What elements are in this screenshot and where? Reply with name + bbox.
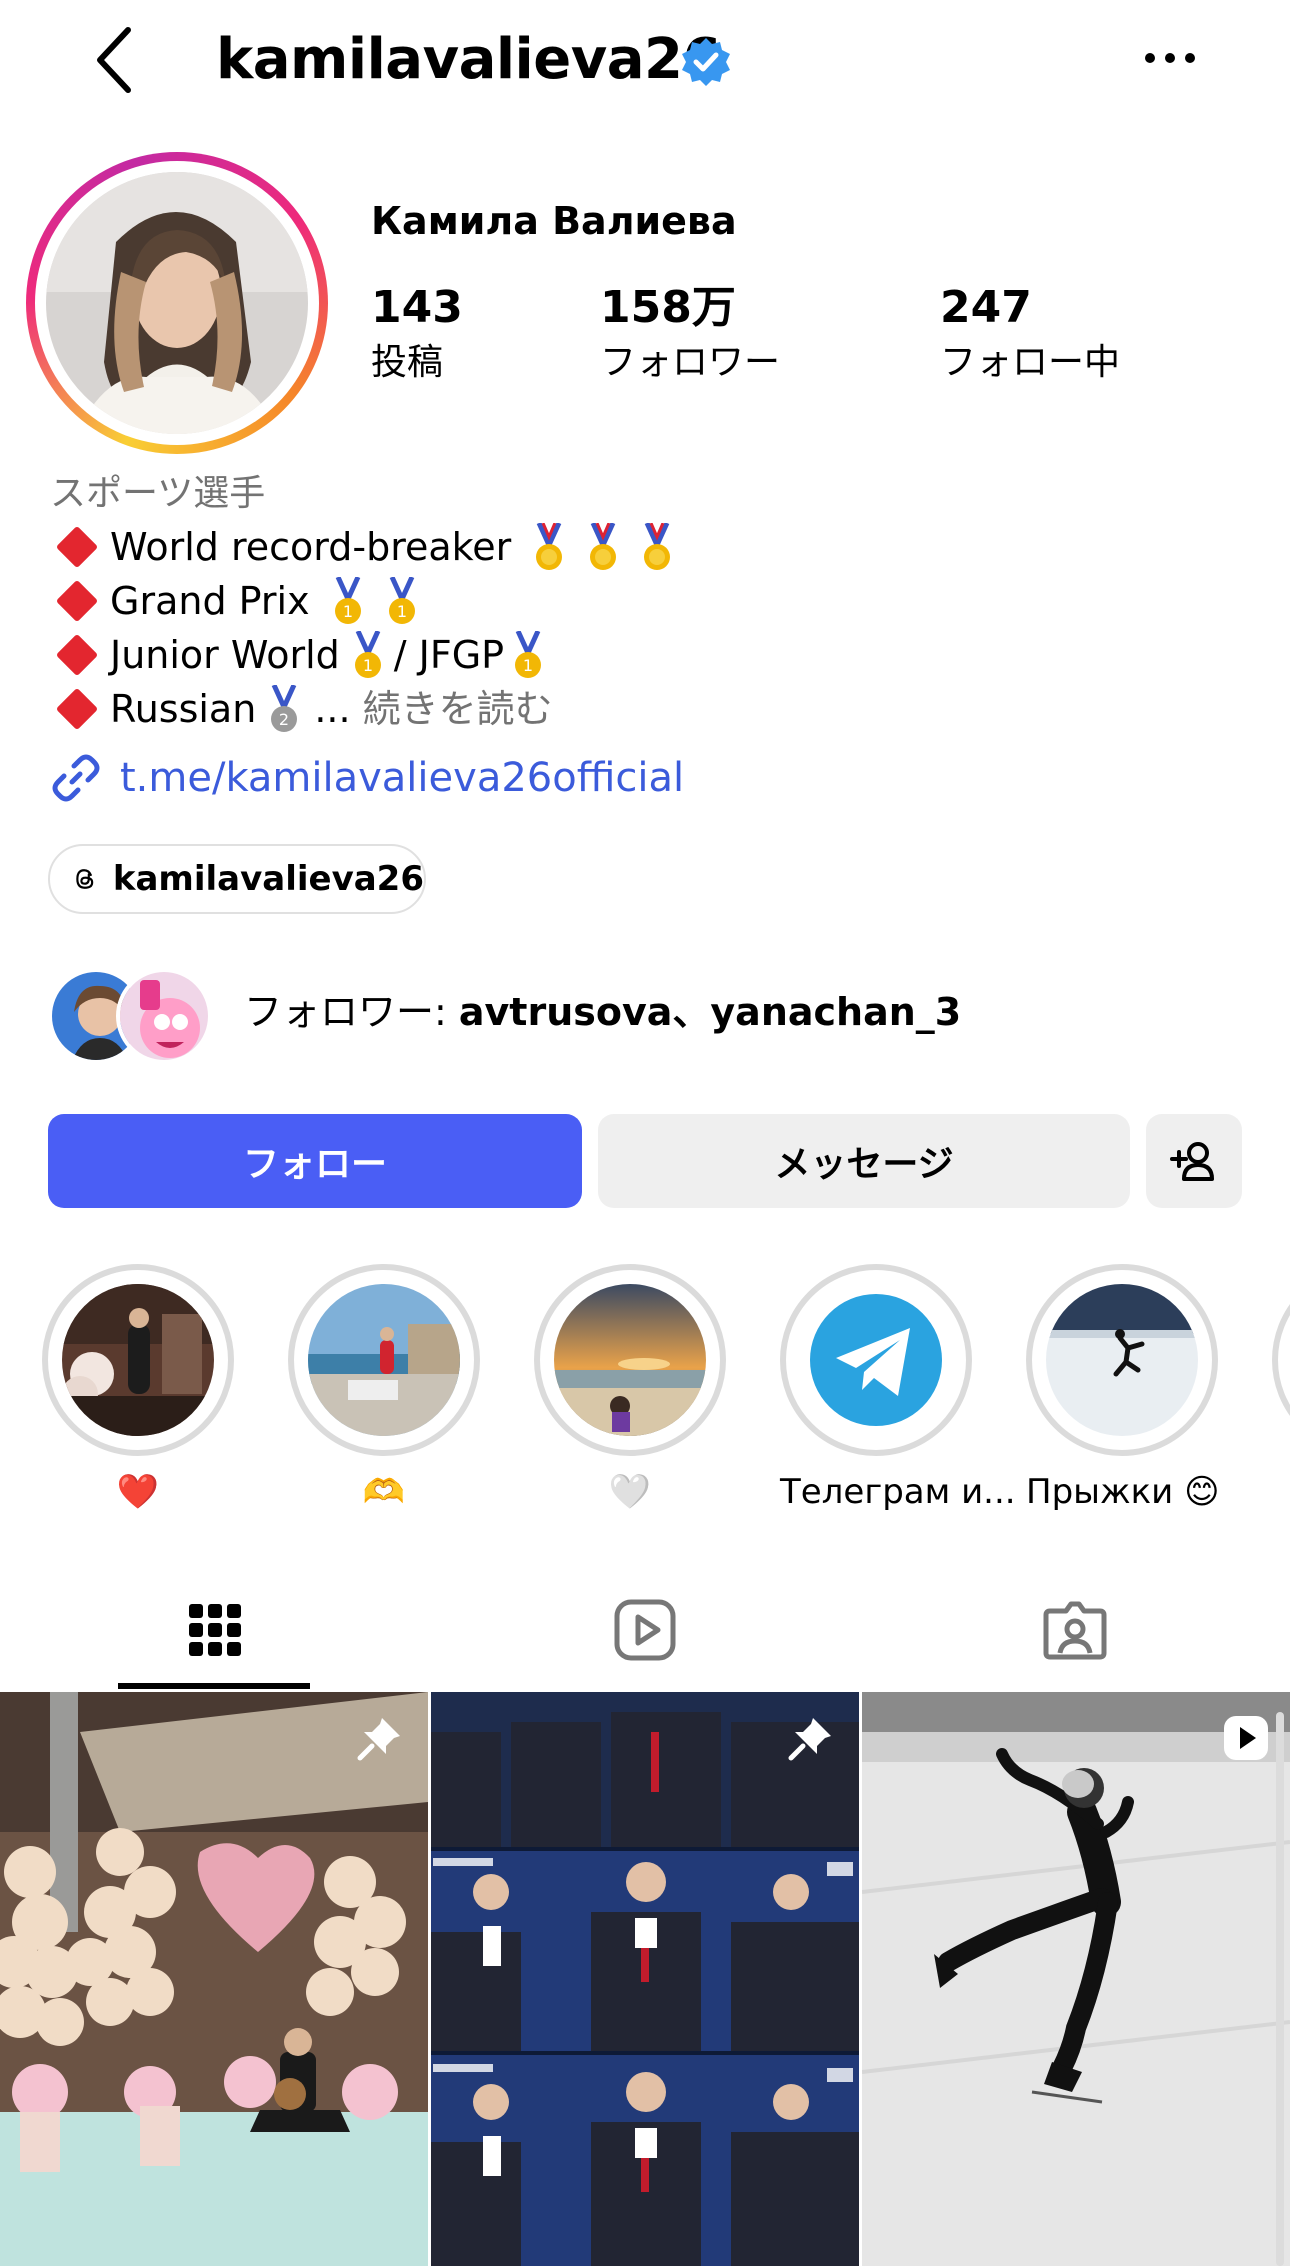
gold-medal-icon	[590, 523, 617, 570]
follow-button[interactable]: フォロー	[48, 1114, 582, 1208]
highlight-label: ❤️	[116, 1472, 160, 1512]
avatar-photo	[46, 172, 308, 434]
bio-line: Russian 2 ... 続きを読む	[50, 682, 673, 736]
gold-medal-icon: 1	[354, 631, 381, 678]
profile-tabs	[0, 1570, 1290, 1690]
verified-badge-icon	[682, 38, 730, 86]
followed-by-text: フォロワー: avtrusova、yanachan_3	[244, 984, 961, 1040]
follower-avatar	[116, 968, 212, 1064]
pinned-icon	[357, 1718, 400, 1761]
suggested-users-button[interactable]	[1146, 1114, 1242, 1208]
gold-medal-icon: 1	[334, 577, 361, 624]
story-highlight[interactable]: Телеграм и...	[780, 1264, 1016, 1516]
bio-line: Grand Prix 1 1	[50, 574, 673, 628]
telegram-icon	[810, 1294, 942, 1426]
tab-reels[interactable]	[430, 1570, 860, 1690]
bio-text: Russian	[110, 687, 257, 731]
svg-text:1: 1	[363, 656, 373, 675]
story-highlight[interactable]: ❤️	[42, 1264, 234, 1516]
pinned-icon	[788, 1718, 831, 1761]
svg-text:1: 1	[523, 656, 533, 675]
highlight-label: 🤍	[608, 1472, 652, 1512]
silver-medal-icon: 2	[271, 685, 298, 732]
highlight-cover	[554, 1284, 706, 1436]
diamond-icon	[55, 687, 99, 731]
bio-text: Grand Prix	[110, 579, 310, 623]
bio-line: World record-breaker	[50, 520, 673, 574]
reel-indicator-icon	[1224, 1716, 1268, 1760]
more-horizontal-icon	[1145, 53, 1195, 63]
reels-icon	[614, 1599, 676, 1661]
display-name: Камила Валиева	[371, 199, 737, 243]
message-button[interactable]: メッセージ	[598, 1114, 1130, 1208]
back-button[interactable]	[88, 22, 148, 98]
stat-followers[interactable]: 158万 フォロワー	[600, 278, 780, 388]
highlight-label: Телеграм и...	[780, 1472, 1016, 1512]
threads-icon	[76, 869, 94, 889]
diamond-icon	[55, 579, 99, 623]
gold-medal-icon	[536, 523, 563, 570]
stat-following-label: フォロー中	[940, 342, 1121, 383]
profile-bio: World record-breaker Grand Prix 1 1 Juni…	[50, 520, 673, 736]
scroll-indicator	[1276, 1712, 1284, 2266]
bio-text: / JFGP	[393, 633, 505, 677]
tab-posts[interactable]	[0, 1570, 430, 1690]
highlight-label: 🫶	[362, 1472, 406, 1512]
top-bar: kamilavalieva26	[0, 0, 1290, 120]
add-user-icon	[1170, 1142, 1214, 1181]
chevron-left-icon	[97, 27, 131, 93]
highlight-cover	[62, 1284, 214, 1436]
post-thumbnail[interactable]	[431, 1692, 859, 2266]
svg-text:1: 1	[342, 602, 352, 621]
read-more-link[interactable]: 続きを読む	[363, 682, 553, 736]
story-highlight[interactable]: Прыжки 😊	[1026, 1264, 1220, 1516]
gold-medal-icon: 1	[388, 577, 415, 624]
active-tab-indicator	[118, 1683, 310, 1689]
threads-handle: kamilavalieva26	[112, 859, 424, 899]
story-highlight[interactable]: 🫶	[288, 1264, 480, 1516]
highlight-cover	[1046, 1284, 1198, 1436]
post-thumbnail[interactable]	[862, 1692, 1290, 2266]
stat-followers-label: フォロワー	[600, 342, 781, 383]
link-icon	[52, 754, 100, 802]
profile-category: スポーツ選手	[50, 473, 266, 514]
tab-tagged[interactable]	[860, 1570, 1290, 1690]
bio-line: Junior World 1 / JFGP 1	[50, 628, 673, 682]
profile-username: kamilavalieva26	[216, 27, 721, 92]
profile-avatar[interactable]	[26, 152, 328, 454]
story-highlight[interactable]: 🤍	[534, 1264, 726, 1516]
more-options-button[interactable]	[1138, 38, 1202, 78]
post-thumbnail[interactable]	[0, 1692, 428, 2266]
bio-text: Junior World	[110, 633, 340, 677]
followed-by-prefix: フォロワー:	[244, 990, 459, 1034]
svg-text:2: 2	[279, 710, 289, 729]
svg-text:1: 1	[396, 602, 406, 621]
threads-badge[interactable]: kamilavalieva26	[48, 844, 426, 914]
stat-posts[interactable]: 143 投稿	[371, 278, 463, 388]
gold-medal-icon: 1	[515, 631, 542, 678]
stat-posts-label: 投稿	[371, 342, 444, 383]
story-highlight-partial[interactable]	[1272, 1264, 1290, 1456]
stat-following-count: 247	[940, 282, 1032, 333]
highlight-label: Прыжки 😊	[1026, 1472, 1220, 1512]
tagged-icon	[1043, 1601, 1107, 1660]
bio-ellipsis: ...	[314, 687, 351, 731]
profile-link[interactable]: t.me/kamilavalieva26official	[50, 752, 684, 804]
highlight-cover	[308, 1284, 460, 1436]
post-grid	[0, 1692, 1290, 2266]
followed-by-names: avtrusova、yanachan_3	[458, 990, 962, 1034]
highlight-cover	[800, 1284, 952, 1436]
profile-link-text[interactable]: t.me/kamilavalieva26official	[120, 755, 684, 801]
followed-by[interactable]: フォロワー: avtrusova、yanachan_3	[48, 964, 1248, 1064]
diamond-icon	[55, 525, 99, 569]
stat-followers-count: 158万	[600, 282, 736, 333]
gold-medal-icon	[644, 523, 671, 570]
grid-icon	[189, 1604, 241, 1656]
bio-text: World record-breaker	[110, 525, 512, 569]
stat-following[interactable]: 247 フォロー中	[940, 278, 1120, 388]
stat-posts-count: 143	[371, 282, 463, 333]
diamond-icon	[55, 633, 99, 677]
